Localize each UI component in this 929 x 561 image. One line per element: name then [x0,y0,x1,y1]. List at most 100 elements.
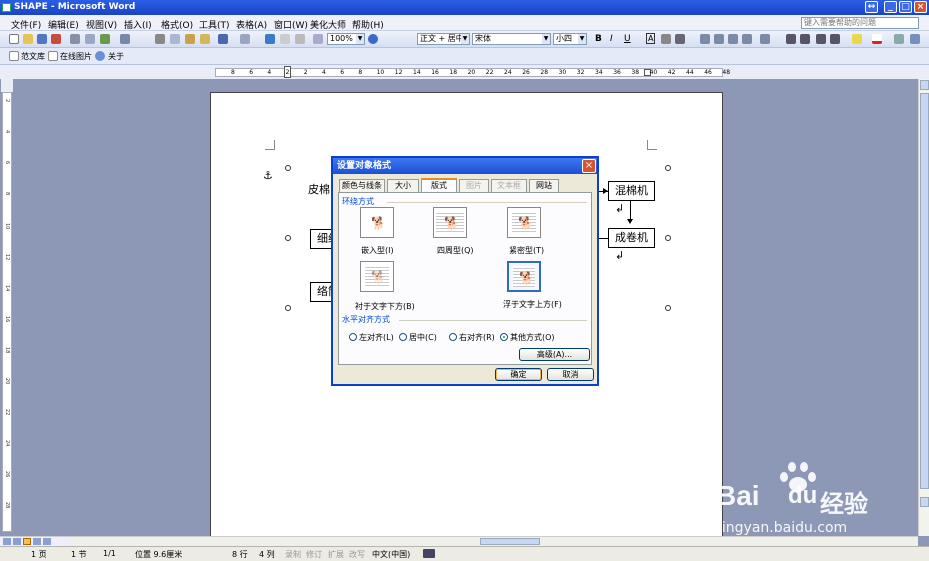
tab-layout[interactable]: 版式 [421,178,457,193]
close-button[interactable]: × [914,1,927,13]
minimize-button[interactable]: _ [884,1,897,13]
wrap-behind-text-option[interactable]: 🐕 [360,261,394,292]
align-right-icon[interactable] [728,34,738,44]
wrap-square-option[interactable]: 🐕 [433,207,467,238]
font-select[interactable]: 宋体 ▼ [472,33,551,45]
halign-left-radio[interactable] [349,333,357,341]
copy-icon[interactable] [170,34,180,44]
flow-text-cotton[interactable]: 皮棉 [308,181,330,197]
new-doc-icon[interactable] [9,34,19,44]
menu-edit[interactable]: 编辑(E) [48,18,79,31]
halign-other-radio[interactable] [500,333,508,341]
halign-center-radio[interactable] [399,333,407,341]
print-preview-icon[interactable] [85,34,95,44]
normal-view-button[interactable] [3,538,11,545]
cut-icon[interactable] [155,34,165,44]
selection-handle[interactable] [285,305,291,311]
spelling-icon[interactable] [100,34,110,44]
outline-view-button[interactable] [33,538,41,545]
fanwenku-button[interactable]: 范文库 [21,51,45,62]
wrap-inline-label[interactable]: 嵌入型(I) [361,245,394,256]
char-border-button[interactable]: A [646,33,656,44]
menu-view[interactable]: 视图(V) [86,18,117,31]
scroll-down-button[interactable] [920,497,929,507]
increase-indent-icon[interactable] [830,34,840,44]
menu-file[interactable]: 文件(F) [11,18,41,31]
paste-icon[interactable] [185,34,195,44]
status-extend[interactable]: 扩展 [328,549,344,560]
selection-handle[interactable] [665,165,671,171]
open-icon[interactable] [23,34,33,44]
tab-web[interactable]: 网站 [529,179,559,192]
menu-format[interactable]: 格式(O) [161,18,193,31]
menu-help[interactable]: 帮助(H) [352,18,384,31]
toolbar-options-icon[interactable] [894,34,904,44]
tables-borders-icon[interactable] [280,34,290,44]
selection-handle[interactable] [285,235,291,241]
web-view-button[interactable] [13,538,21,545]
research-icon[interactable] [120,34,130,44]
style-select[interactable]: 正文 + 居中 ▼ [417,33,470,45]
char-shading-icon[interactable] [661,34,671,44]
menu-beautify[interactable]: 美化大师 [310,18,346,31]
insert-table-icon[interactable] [295,34,305,44]
flow-box-mixer[interactable]: 混棉机↲ [608,181,655,215]
bullets-icon[interactable] [800,34,810,44]
font-size-select[interactable]: 小四 ▼ [553,33,587,45]
format-painter-icon[interactable] [200,34,210,44]
decrease-indent-icon[interactable] [816,34,826,44]
spelling-status-icon[interactable] [423,549,435,558]
menu-insert[interactable]: 插入(I) [124,18,152,31]
format-object-dialog[interactable]: 设置对象格式 × 颜色与线条 大小 版式 图片 文本框 网站 环绕方式 🐕 嵌入… [331,156,599,386]
line-spacing-icon[interactable] [760,34,770,44]
permission-icon[interactable] [51,34,61,44]
tab-size[interactable]: 大小 [387,179,419,192]
ok-button[interactable]: 确定 [495,368,542,381]
scroll-thumb[interactable] [920,93,929,489]
print-view-button[interactable] [23,538,31,545]
char-scale-icon[interactable] [675,34,685,44]
flow-box-lapper[interactable]: 成卷机↲ [608,228,655,262]
halign-right-radio[interactable] [449,333,457,341]
menu-table[interactable]: 表格(A) [236,18,267,31]
wrap-tight-option[interactable]: 🐕 [507,207,541,238]
help-icon[interactable] [368,34,378,44]
menu-tools[interactable]: 工具(T) [199,18,230,31]
dialog-close-button[interactable]: × [582,159,596,173]
underline-button[interactable]: U [624,34,631,44]
halign-left-label[interactable]: 左对齐(L) [359,332,394,343]
print-icon[interactable] [70,34,80,44]
wrap-tight-label[interactable]: 紧密型(T) [509,245,544,256]
advanced-button[interactable]: 高级(A)... [519,348,590,361]
reading-layout-icon[interactable] [910,34,920,44]
hscroll-thumb[interactable] [480,538,540,545]
numbering-icon[interactable] [786,34,796,44]
help-search-input[interactable]: 键入需要帮助的问题 [801,17,919,29]
selection-handle[interactable] [665,235,671,241]
bold-button[interactable]: B [595,34,602,44]
halign-center-label[interactable]: 居中(C) [409,332,437,343]
maximize-button[interactable]: □ [899,1,912,13]
status-overtype[interactable]: 改写 [349,549,365,560]
highlight-icon[interactable] [852,34,862,44]
selection-handle[interactable] [665,305,671,311]
halign-right-label[interactable]: 右对齐(R) [459,332,495,343]
drawing-icon[interactable] [313,34,323,44]
menu-window[interactable]: 窗口(W) [274,18,308,31]
status-track[interactable]: 修订 [306,549,322,560]
wrap-behind-label[interactable]: 衬于文字下方(B) [355,301,415,312]
wrap-inline-option[interactable]: 🐕 [360,207,394,238]
italic-button[interactable]: I [610,34,613,44]
justify-icon[interactable] [742,34,752,44]
restore-icon[interactable]: ↔ [865,1,878,13]
align-center-icon[interactable] [714,34,724,44]
save-icon[interactable] [37,34,47,44]
dialog-title-bar[interactable]: 设置对象格式 [333,158,597,174]
undo-icon[interactable] [218,34,228,44]
wrap-in-front-option[interactable]: 🐕 [507,261,541,292]
redo-icon[interactable] [240,34,250,44]
vertical-scrollbar[interactable] [918,79,929,536]
wrap-in-front-label[interactable]: 浮于文字上方(F) [503,299,562,310]
reading-view-button[interactable] [43,538,51,545]
about-button[interactable]: 关于 [108,51,124,62]
